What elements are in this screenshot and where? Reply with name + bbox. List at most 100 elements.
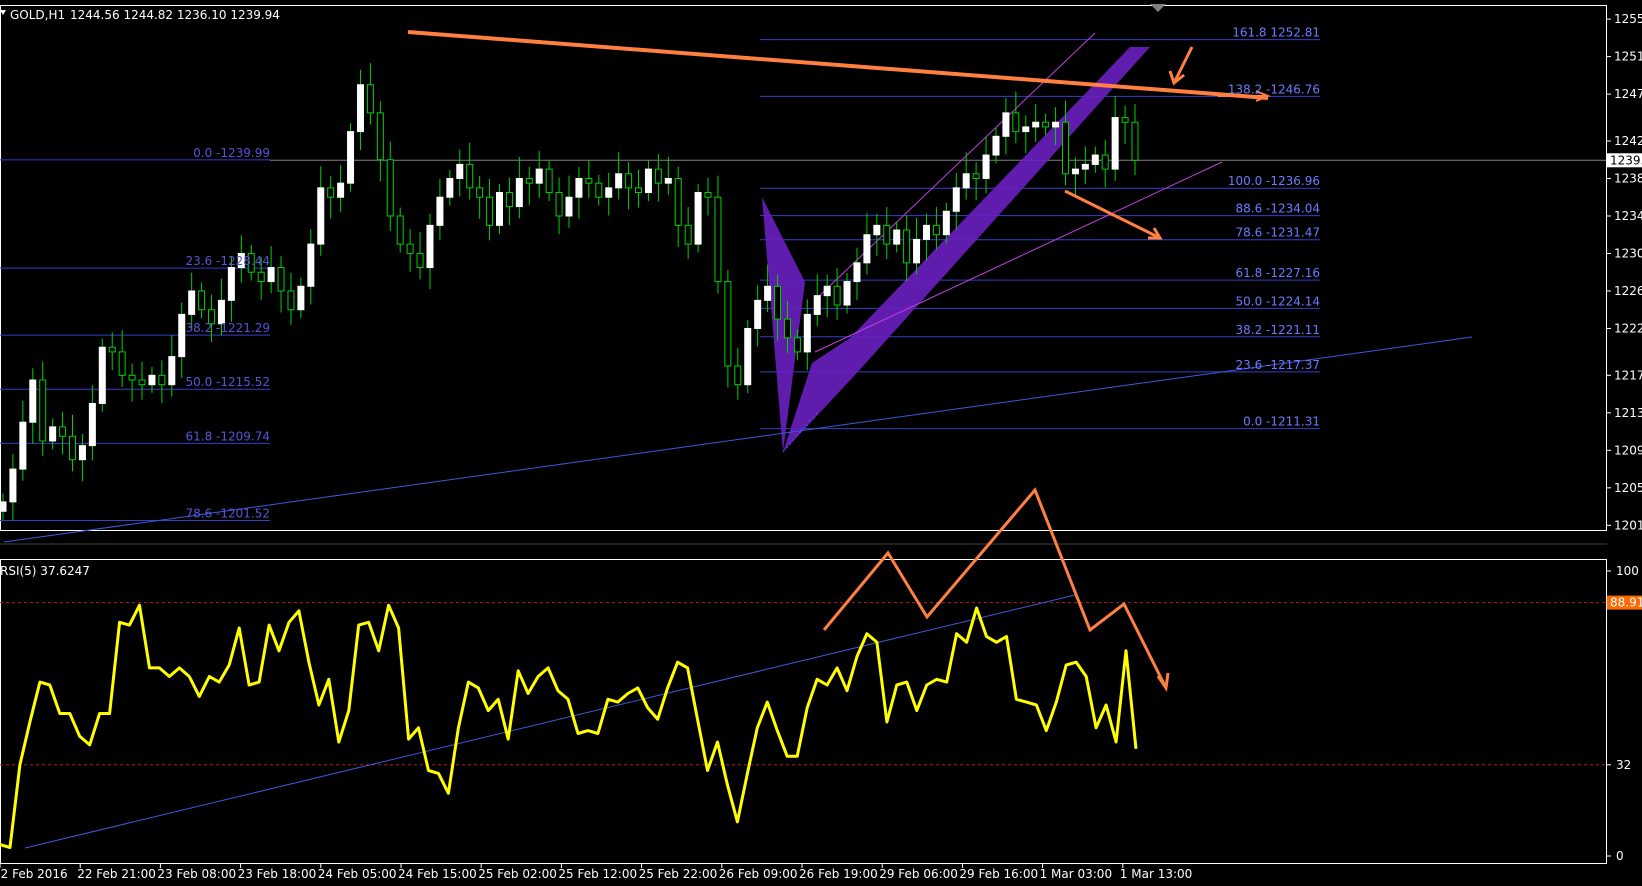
x-tick-label: 24 Feb 15:00 — [398, 867, 477, 881]
x-tick-label: 29 Feb 16:00 — [959, 867, 1038, 881]
y-tick-label: 1238. — [1614, 171, 1642, 185]
candle-body — [913, 238, 921, 264]
fib-left-label: 50.0 -1215.52 — [186, 375, 271, 389]
candle-body — [277, 267, 285, 292]
candle-body — [39, 379, 47, 442]
rsi-level-label: 88.91 — [1610, 596, 1642, 610]
candle-body — [1081, 163, 1089, 170]
candle-body — [486, 196, 494, 226]
candle-body — [307, 243, 315, 287]
candle-body — [297, 285, 305, 311]
y-tick-label: 1213. — [1614, 406, 1642, 420]
candle-body — [515, 177, 523, 208]
x-tick-label: 25 Feb 12:00 — [558, 867, 637, 881]
x-tick-label: 25 Feb 22:00 — [639, 867, 718, 881]
candle-body — [138, 379, 146, 386]
candle-body — [774, 285, 782, 320]
rsi-tick-label: 100 — [1616, 564, 1639, 578]
fib-right-label: 100.0 -1236.96 — [1228, 174, 1320, 188]
ohlc-label: 1244.56 1244.82 1236.10 1239.94 — [70, 8, 280, 22]
y-tick-label: 1226. — [1614, 284, 1642, 298]
candle-body — [188, 290, 196, 315]
candle-body — [764, 285, 772, 301]
chart-area[interactable]: 0.0 -1239.99 23.6 -1228.44 38.2 -1221.29 50… — [0, 0, 1642, 882]
fib-right-label: 61.8 -1227.16 — [1236, 266, 1321, 280]
fib-right-label: 38.2 -1221.11 — [1236, 323, 1321, 337]
candle-body — [148, 374, 156, 386]
candle-body — [59, 426, 67, 437]
candle-body — [992, 135, 1000, 156]
candle-body — [98, 346, 106, 404]
candle-body — [922, 224, 930, 240]
candle-body — [744, 327, 752, 386]
rsi-tick-label: 32 — [1616, 758, 1631, 772]
candle-body — [1042, 121, 1050, 128]
fib-right-label: 138.2 -1246.76 — [1228, 82, 1320, 96]
candle-body — [1071, 168, 1079, 175]
candle-body — [724, 281, 732, 367]
fib-right-label: 88.6 -1234.04 — [1236, 202, 1321, 216]
candle-body — [267, 267, 275, 283]
candle-body — [1032, 121, 1040, 128]
candle-body — [505, 192, 513, 208]
candle-body — [982, 154, 990, 179]
fib-right-label: 161.8 1252.81 — [1232, 26, 1320, 40]
y-tick-label: 1201. — [1614, 518, 1642, 532]
candle-body — [664, 177, 672, 184]
y-tick-label: 1242. — [1614, 134, 1642, 148]
candle-body — [545, 168, 553, 194]
y-tick-label: 1209. — [1614, 443, 1642, 457]
candle-body — [376, 112, 384, 161]
candle-body — [88, 402, 96, 447]
candle-body — [863, 234, 871, 264]
candle-body — [674, 177, 682, 226]
candle-body — [1101, 154, 1109, 170]
candle-body — [386, 159, 394, 217]
x-tick-label: 29 Feb 06:00 — [879, 867, 958, 881]
candle-body — [1131, 121, 1139, 161]
candle-body — [535, 168, 543, 184]
candle-body — [29, 379, 37, 423]
candle-body — [69, 435, 77, 461]
x-tick-label: 22 Feb 2016 — [0, 867, 68, 881]
candle-body — [625, 173, 633, 189]
candle-body — [793, 337, 801, 353]
fib-right-label: 78.6 -1231.47 — [1236, 226, 1321, 240]
y-tick-label: 1205. — [1614, 481, 1642, 495]
x-tick-label: 26 Feb 09:00 — [719, 867, 798, 881]
candle-body — [942, 210, 950, 236]
candle-body — [9, 468, 17, 503]
candle-body — [406, 243, 414, 254]
candle-body — [1012, 112, 1020, 133]
candle-body — [158, 374, 166, 386]
candle-body — [813, 295, 821, 315]
candle-body — [108, 346, 116, 353]
y-tick-label: 1247. — [1614, 87, 1642, 101]
candle-body — [1022, 126, 1030, 133]
y-tick-label: 1234. — [1614, 209, 1642, 223]
candle-body — [1061, 121, 1069, 175]
candle-body — [198, 290, 206, 311]
candle-body — [783, 318, 791, 339]
current-price-label: 1239. — [1610, 153, 1642, 167]
candle-body — [684, 224, 692, 245]
candle-body — [525, 177, 533, 184]
candle-body — [347, 131, 355, 184]
candle-body — [1052, 121, 1060, 128]
fib-right-label: 23.6 -1217.37 — [1236, 358, 1321, 372]
candle-body — [287, 290, 295, 311]
fib-right-label: 50.0 -1224.14 — [1236, 294, 1321, 308]
candle-body — [456, 163, 464, 179]
x-tick-label: 1 Mar 13:00 — [1120, 867, 1193, 881]
candle-body — [635, 187, 643, 194]
x-tick-label: 1 Mar 03:00 — [1040, 867, 1113, 881]
candle-body — [495, 192, 503, 226]
candle-body — [466, 163, 474, 189]
candle-body — [446, 177, 454, 198]
candle-body — [972, 173, 980, 179]
fib-left-label: 61.8 -1209.74 — [186, 429, 271, 443]
candle-body — [396, 215, 404, 245]
candle-body — [843, 281, 851, 306]
x-tick-label: 25 Feb 02:00 — [478, 867, 557, 881]
candle-body — [1121, 117, 1129, 123]
